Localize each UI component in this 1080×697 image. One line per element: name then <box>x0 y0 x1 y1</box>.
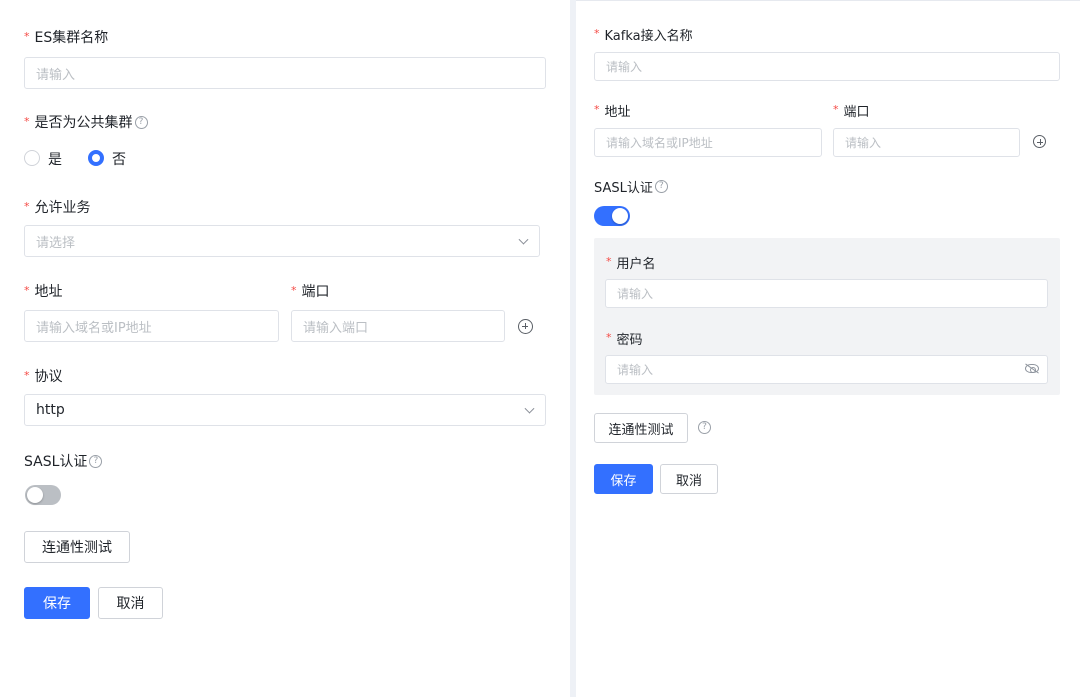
allowed-business-label: * 允许业务 <box>24 199 91 217</box>
required-marker: * <box>606 255 612 268</box>
required-marker: * <box>24 199 30 213</box>
username-label: * 用户名 <box>606 255 656 272</box>
toggle-knob <box>612 208 628 224</box>
connectivity-test-button[interactable]: 连通性测试 <box>594 413 688 443</box>
required-marker: * <box>594 27 600 40</box>
allowed-business-select[interactable]: 请选择 <box>24 225 540 257</box>
password-input[interactable]: 请输入 <box>605 355 1048 384</box>
radio-no[interactable] <box>88 150 104 166</box>
required-marker: * <box>594 103 600 116</box>
cancel-button[interactable]: 取消 <box>98 587 163 619</box>
add-address-icon[interactable] <box>518 319 533 334</box>
sasl-label: SASL认证 ? <box>594 177 668 196</box>
radio-yes-label[interactable]: 是 <box>48 149 62 169</box>
is-public-cluster-label: * 是否为公共集群 ? <box>24 112 148 132</box>
kafka-access-form: * Kafka接入名称 请输入 * 地址 请输入域名或IP地址 * 端口 请输入… <box>576 0 1080 697</box>
add-address-icon[interactable] <box>1033 135 1046 148</box>
sasl-credentials-panel: * 用户名 请输入 * 密码 请输入 <box>594 238 1060 395</box>
cancel-button[interactable]: 取消 <box>660 464 718 494</box>
required-marker: * <box>24 368 30 382</box>
required-marker: * <box>833 103 839 116</box>
toggle-knob <box>27 487 43 503</box>
sasl-label: SASL认证 ? <box>24 451 103 471</box>
radio-no-label[interactable]: 否 <box>112 149 126 169</box>
kafka-name-label: * Kafka接入名称 <box>594 27 693 44</box>
address-input[interactable]: 请输入域名或IP地址 <box>24 310 279 342</box>
help-icon[interactable]: ? <box>654 180 668 193</box>
help-icon[interactable]: ? <box>134 115 148 129</box>
help-icon[interactable]: ? <box>698 421 711 434</box>
protocol-label: * 协议 <box>24 368 63 386</box>
sasl-toggle[interactable] <box>594 206 630 226</box>
help-icon[interactable]: ? <box>89 454 103 468</box>
eye-off-icon[interactable] <box>1025 364 1039 373</box>
es-cluster-name-label: * ES集群名称 <box>24 29 109 47</box>
save-button[interactable]: 保存 <box>594 464 653 494</box>
es-cluster-name-input[interactable]: 请输入 <box>24 57 546 89</box>
port-label: * 端口 <box>291 283 330 301</box>
required-marker: * <box>24 29 30 43</box>
sasl-toggle[interactable] <box>25 485 61 505</box>
connectivity-test-button[interactable]: 连通性测试 <box>24 531 130 563</box>
password-label: * 密码 <box>606 331 643 348</box>
port-input[interactable]: 请输入端口 <box>291 310 505 342</box>
es-cluster-form: * ES集群名称 请输入 * 是否为公共集群 ? 是 否 * 允许业务 请选择 … <box>0 0 570 697</box>
address-label: * 地址 <box>594 103 631 120</box>
chevron-down-icon <box>524 403 535 414</box>
address-input[interactable]: 请输入域名或IP地址 <box>594 128 822 157</box>
port-input[interactable]: 请输入 <box>833 128 1020 157</box>
required-marker: * <box>24 283 30 297</box>
radio-yes[interactable] <box>24 150 40 166</box>
required-marker: * <box>291 283 297 297</box>
required-marker: * <box>606 331 612 344</box>
required-marker: * <box>24 114 30 128</box>
address-label: * 地址 <box>24 283 63 301</box>
chevron-down-icon <box>518 234 529 245</box>
port-label: * 端口 <box>833 103 870 120</box>
protocol-select[interactable]: http <box>24 394 546 426</box>
save-button[interactable]: 保存 <box>24 587 90 619</box>
kafka-name-input[interactable]: 请输入 <box>594 52 1060 81</box>
username-input[interactable]: 请输入 <box>605 279 1048 308</box>
